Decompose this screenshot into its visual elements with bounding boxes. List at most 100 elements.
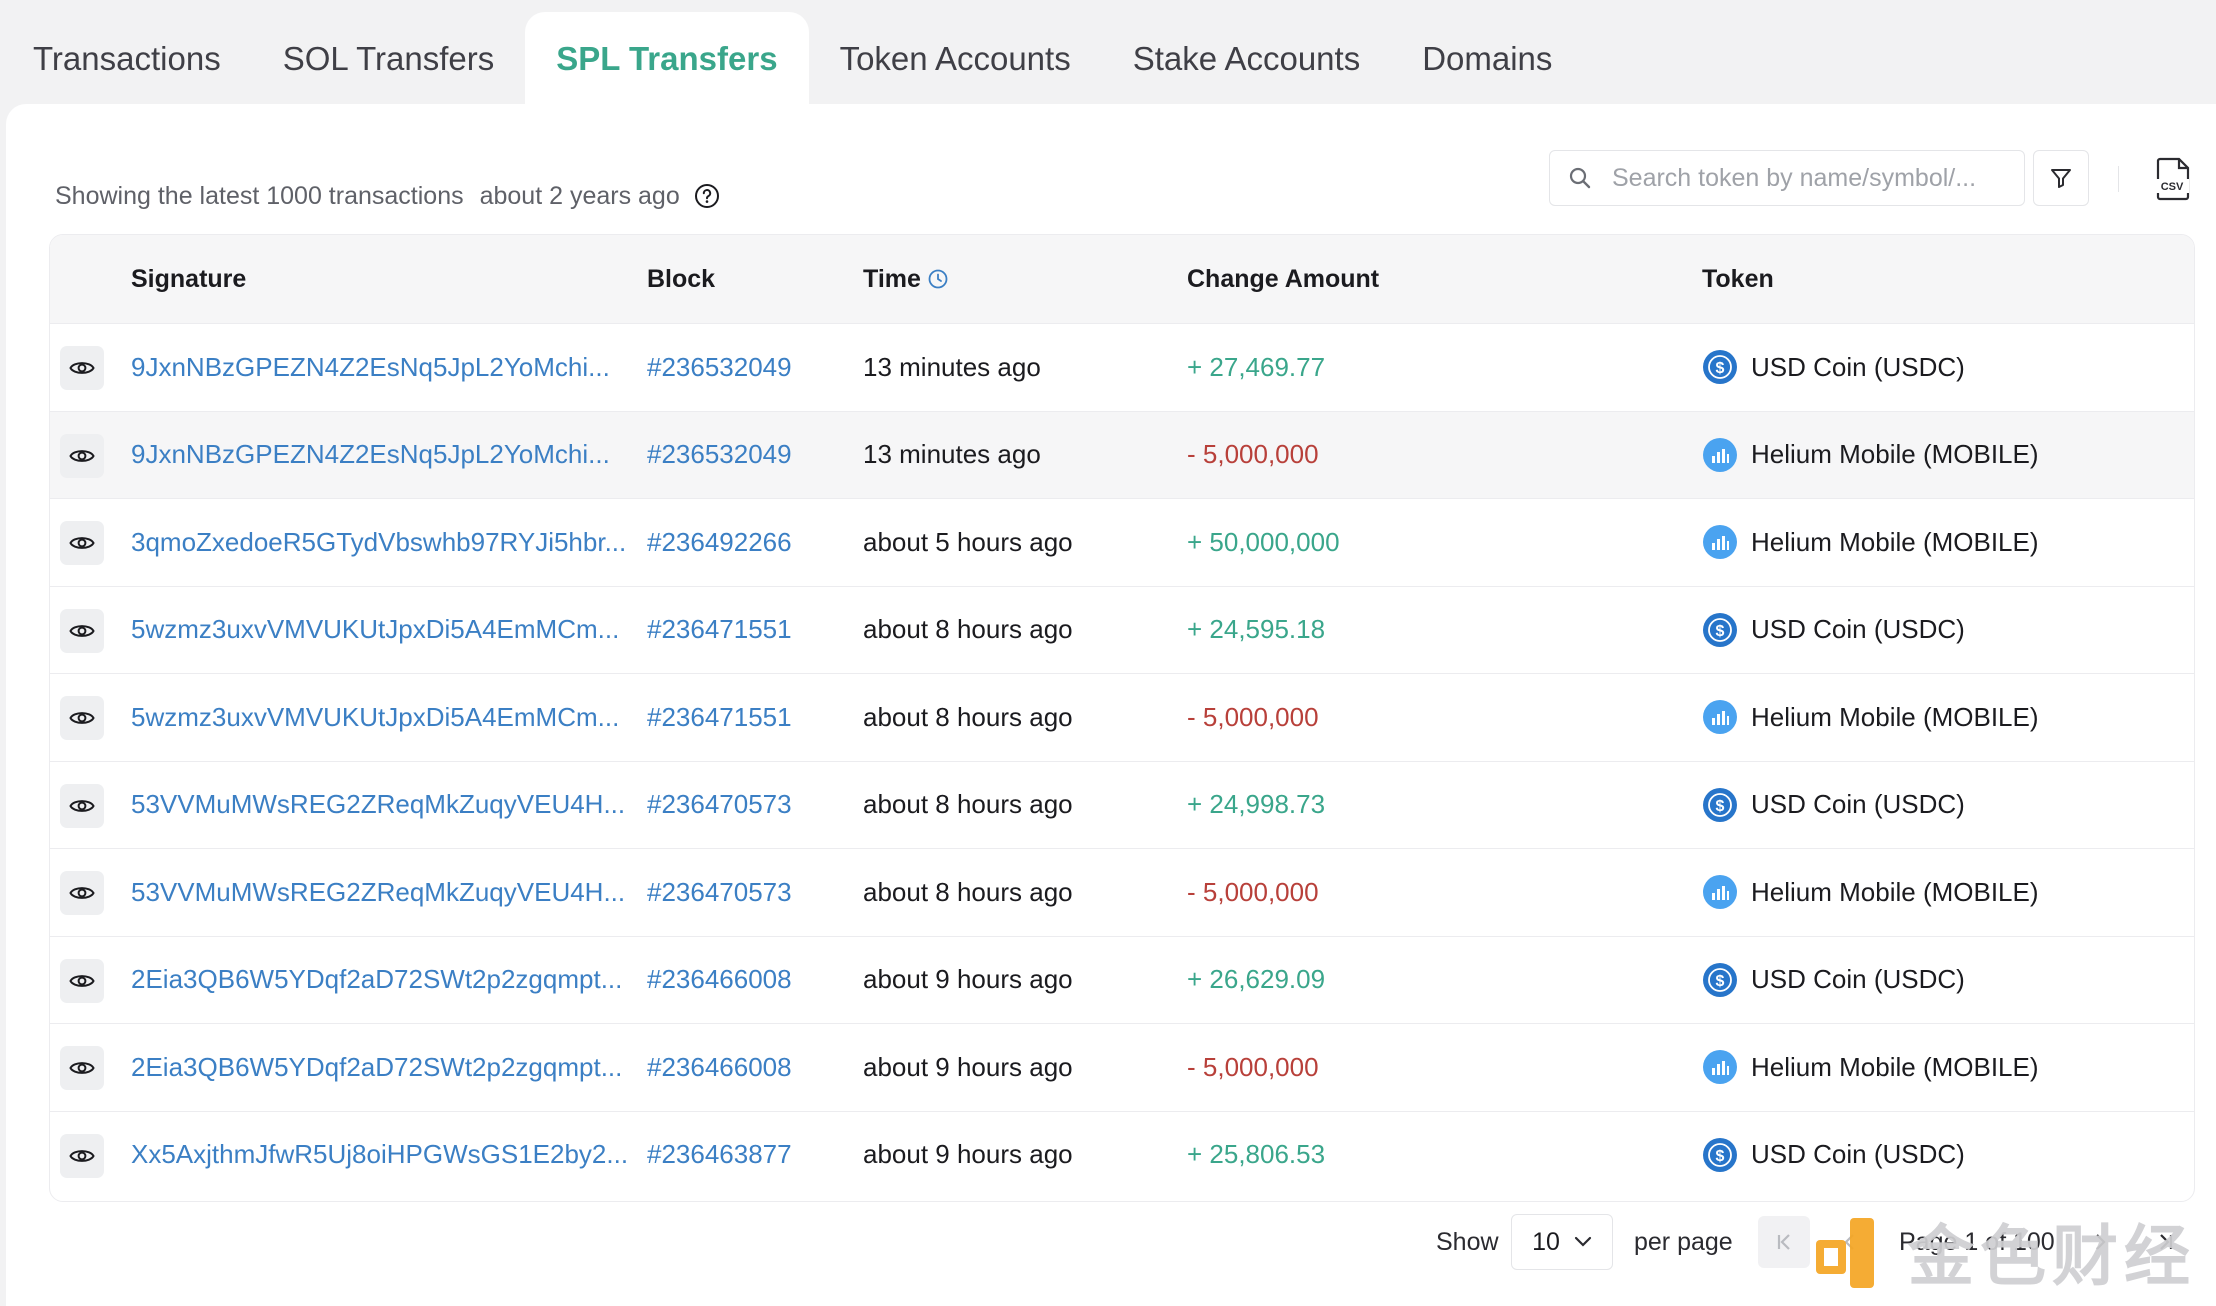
tab-sol-transfers[interactable]: SOL Transfers: [252, 12, 526, 106]
view-details-button[interactable]: [60, 1133, 104, 1178]
token-link[interactable]: $ USD Coin (USDC): [1702, 1112, 1965, 1199]
view-details-button[interactable]: [60, 608, 104, 653]
change-amount-cell: + 24,998.73: [1187, 789, 1326, 820]
token-link[interactable]: $ USD Coin (USDC): [1702, 762, 1965, 849]
signature-link[interactable]: 5wzmz3uxvVMVUKUtJpxDi5A4EmMCm...: [131, 587, 619, 674]
token-link[interactable]: $ USD Coin (USDC): [1702, 937, 1965, 1024]
svg-text:$: $: [1716, 798, 1725, 815]
token-link[interactable]: Helium Mobile (MOBILE): [1702, 1024, 2039, 1111]
block-link[interactable]: #236532049: [647, 412, 792, 499]
usdc-icon: $: [1703, 1137, 1737, 1172]
view-details-button[interactable]: [60, 346, 104, 390]
signature-link[interactable]: 3qmoZxedoeR5GTydVbswhb97RYJi5hbr...: [131, 499, 626, 586]
search-icon: [1569, 167, 1591, 189]
tab-transactions[interactable]: Transactions: [0, 12, 252, 106]
first-page-button[interactable]: [1758, 1216, 1810, 1268]
signature-link[interactable]: 2Eia3QB6W5YDqf2aD72SWt2p2zgqmpt...: [131, 937, 622, 1024]
signature-link[interactable]: Xx5AxjthmJfwR5Uj8oiHPGWsGS1E2by2...: [131, 1112, 628, 1199]
eye-icon: [69, 624, 95, 637]
view-details-button[interactable]: [60, 1046, 104, 1090]
tab-token-accounts[interactable]: Token Accounts: [809, 12, 1102, 106]
block-link[interactable]: #236492266: [647, 499, 792, 586]
time-cell: about 9 hours ago: [863, 1139, 1073, 1170]
time-cell: about 8 hours ago: [863, 701, 1073, 732]
first-page-icon: [1777, 1234, 1790, 1250]
change-amount-cell: + 26,629.09: [1187, 964, 1326, 995]
tab-stake-accounts[interactable]: Stake Accounts: [1102, 12, 1391, 106]
table-row: 53VVMuMWsREG2ZReqMkZuqyVEU4H... #23647057…: [50, 760, 2194, 849]
svg-text:CSV: CSV: [2161, 181, 2184, 193]
token-link[interactable]: Helium Mobile (MOBILE): [1702, 499, 2039, 586]
block-link[interactable]: #236466008: [647, 1024, 792, 1111]
usdc-icon: $: [1703, 350, 1737, 385]
table-row: 9JxnNBzGPEZN4Z2EsNq5JpL2YoMchi... #236532…: [50, 323, 2194, 411]
eye-icon: [69, 537, 95, 549]
helium-mobile-icon: [1703, 525, 1737, 560]
tab-domains[interactable]: Domains: [1391, 12, 1583, 106]
usdc-icon: $: [1703, 787, 1737, 822]
table-row: 9JxnNBzGPEZN4Z2EsNq5JpL2YoMchi... #236532…: [50, 410, 2194, 499]
view-details-button[interactable]: [60, 521, 104, 565]
block-link[interactable]: #236463877: [647, 1112, 792, 1199]
token-search-box: [1549, 150, 2025, 206]
svg-text:$: $: [1716, 1148, 1725, 1165]
spl-transfers-table: Signature Block Time Change Amount Token…: [49, 234, 2195, 1202]
view-details-button[interactable]: [60, 433, 104, 478]
per-page-select[interactable]: 10: [1511, 1214, 1613, 1270]
block-link[interactable]: #236466008: [647, 937, 792, 1024]
change-amount-cell: - 5,000,000: [1187, 439, 1319, 470]
header-time-label: Time: [863, 264, 921, 293]
header-token: Token: [1702, 264, 1774, 293]
signature-link[interactable]: 53VVMuMWsREG2ZReqMkZuqyVEU4H...: [131, 762, 625, 849]
eye-icon: [69, 887, 95, 899]
view-details-button[interactable]: [60, 783, 104, 828]
view-details-button[interactable]: [60, 958, 104, 1003]
signature-link[interactable]: 9JxnNBzGPEZN4Z2EsNq5JpL2YoMchi...: [131, 412, 610, 499]
usdc-icon: $: [1703, 612, 1737, 647]
change-amount-cell: - 5,000,000: [1187, 701, 1319, 732]
helium-mobile-icon: [1703, 700, 1737, 735]
export-csv-button[interactable]: CSV: [2149, 154, 2197, 204]
eye-icon: [69, 449, 95, 462]
signature-link[interactable]: 2Eia3QB6W5YDqf2aD72SWt2p2zgqmpt...: [131, 1024, 622, 1111]
block-link[interactable]: #236471551: [647, 587, 792, 674]
help-icon[interactable]: [694, 183, 720, 209]
table-row: 2Eia3QB6W5YDqf2aD72SWt2p2zgqmpt... #23646…: [50, 935, 2194, 1024]
token-link[interactable]: Helium Mobile (MOBILE): [1702, 849, 2039, 936]
time-cell: about 8 hours ago: [863, 614, 1073, 645]
block-link[interactable]: #236471551: [647, 674, 792, 761]
tab-bar: Transactions SOL Transfers SPL Transfers…: [0, 12, 1583, 106]
signature-link[interactable]: 5wzmz3uxvVMVUKUtJpxDi5A4EmMCm...: [131, 674, 619, 761]
token-link[interactable]: Helium Mobile (MOBILE): [1702, 412, 2039, 499]
eye-icon: [69, 712, 95, 724]
per-page-value: 10: [1532, 1227, 1560, 1256]
view-details-button[interactable]: [60, 696, 104, 740]
table-row: 3qmoZxedoeR5GTydVbswhb97RYJi5hbr... #2364…: [50, 498, 2194, 586]
table-row: Xx5AxjthmJfwR5Uj8oiHPGWsGS1E2by2... #2364…: [50, 1110, 2194, 1199]
change-amount-cell: - 5,000,000: [1187, 1051, 1319, 1082]
change-amount-cell: + 24,595.18: [1187, 614, 1326, 645]
token-link[interactable]: Helium Mobile (MOBILE): [1702, 674, 2039, 761]
token-link[interactable]: $ USD Coin (USDC): [1702, 324, 1965, 411]
token-name: USD Coin (USDC): [1751, 614, 1965, 645]
block-link[interactable]: #236470573: [647, 849, 792, 936]
block-link[interactable]: #236532049: [647, 324, 792, 411]
table-row: 5wzmz3uxvVMVUKUtJpxDi5A4EmMCm... #2364715…: [50, 585, 2194, 674]
clock-icon[interactable]: [927, 268, 949, 290]
token-search-input[interactable]: [1610, 162, 2014, 194]
signature-link[interactable]: 53VVMuMWsREG2ZReqMkZuqyVEU4H...: [131, 849, 625, 936]
token-name: Helium Mobile (MOBILE): [1751, 439, 2039, 470]
tab-spl-transfers[interactable]: SPL Transfers: [525, 12, 809, 106]
header-time: Time: [863, 235, 949, 323]
filter-button[interactable]: [2033, 150, 2089, 206]
header-change-amount: Change Amount: [1187, 264, 1380, 293]
svg-text:$: $: [1716, 623, 1725, 640]
signature-link[interactable]: 9JxnNBzGPEZN4Z2EsNq5JpL2YoMchi...: [131, 324, 610, 411]
time-cell: about 8 hours ago: [863, 876, 1073, 907]
token-link[interactable]: $ USD Coin (USDC): [1702, 587, 1965, 674]
change-amount-cell: + 27,469.77: [1187, 351, 1326, 382]
view-details-button[interactable]: [60, 871, 104, 915]
header-signature: Signature: [131, 264, 247, 293]
change-amount-cell: - 5,000,000: [1187, 876, 1319, 907]
block-link[interactable]: #236470573: [647, 762, 792, 849]
